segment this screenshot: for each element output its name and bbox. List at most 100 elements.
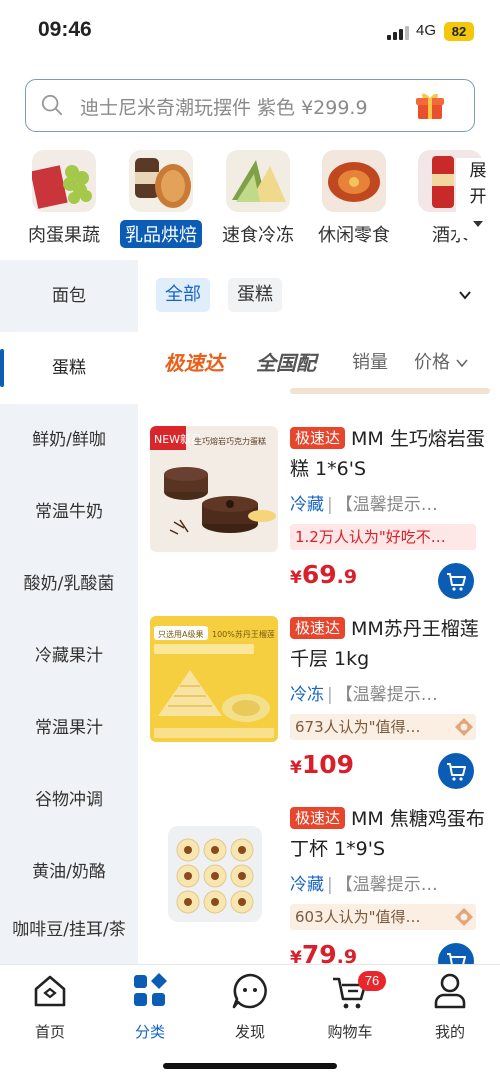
product-meta: 冷藏 | 【温馨提示… — [290, 490, 438, 515]
product-image — [150, 806, 278, 932]
sidebar-item[interactable]: 面包 — [0, 260, 138, 332]
tab-label: 购物车 — [327, 1023, 373, 1041]
expand-categories-button[interactable]: 展开 — [456, 158, 500, 238]
filter-chip-all[interactable]: 全部 — [156, 278, 210, 312]
add-to-cart-button[interactable] — [438, 563, 474, 599]
product-card[interactable]: 极速达 MM 焦糖鸡蛋布丁杯 1*9'S 冷藏 | 【温馨提示… 603人认为"值得…… — [138, 798, 500, 965]
sidebar-item[interactable]: 黄油/奶酪 — [0, 836, 138, 908]
review-text: 673人认为"值得… — [295, 718, 421, 736]
search-bar[interactable]: 迪士尼米奇潮玩摆件 紫色 ¥299.9 — [25, 79, 475, 132]
product-title: 极速达 MM 焦糖鸡蛋布丁杯 1*9'S — [290, 804, 490, 864]
sort-price-label: 价格 — [414, 352, 450, 373]
search-placeholder: 迪士尼米奇潮玩摆件 紫色 ¥299.9 — [80, 97, 368, 119]
image-caption: 100%苏丹王榴莲 — [212, 629, 275, 639]
review-text: 603人认为"值得… — [295, 908, 421, 926]
category-snacks[interactable]: 休闲零食 — [308, 150, 400, 248]
product-notice: 【温馨提示… — [335, 875, 438, 895]
signal-icon — [387, 26, 409, 40]
category-dairy-bakery[interactable]: 乳品烘焙 — [115, 150, 207, 248]
price-decimal: .9 — [336, 946, 358, 965]
product-panel: 全部 蛋糕 极速达 全国配 销量 价格 NEW新品 生巧熔岩巧克力蛋糕 极速达 … — [138, 260, 500, 965]
price-integer: 79 — [301, 940, 337, 965]
add-to-cart-button[interactable] — [438, 943, 474, 965]
category-thumb — [129, 150, 193, 212]
tab-label: 我的 — [434, 1023, 465, 1041]
filter-chip-cake[interactable]: 蛋糕 — [228, 278, 282, 312]
sidebar-item-active[interactable]: 蛋糕 — [0, 332, 138, 404]
tab-label: 分类 — [134, 1023, 165, 1041]
express-tag: 极速达 — [290, 617, 346, 639]
review-highlight: 603人认为"值得… — [290, 904, 476, 930]
sidebar-item[interactable]: 咖啡豆/挂耳/茶 — [0, 908, 138, 965]
review-highlight: 1.2万人认为"好吃不… — [290, 524, 476, 550]
sort-price[interactable]: 价格 — [414, 348, 468, 374]
category-label: 肉蛋果蔬 — [28, 225, 100, 246]
category-thumb — [322, 150, 386, 212]
rank-strip-fragment — [290, 388, 490, 394]
medal-icon — [455, 908, 473, 926]
review-highlight: 673人认为"值得… — [290, 714, 476, 740]
sidebar-item[interactable]: 谷物冲调 — [0, 764, 138, 836]
storage-type: 冷藏 — [290, 495, 324, 515]
sort-national[interactable]: 全国配 — [256, 347, 316, 376]
image-badge-text: 只选用A级果 — [158, 629, 203, 639]
caret-down-icon — [473, 221, 483, 227]
price-integer: 109 — [301, 750, 355, 779]
price-currency: ¥ — [290, 568, 302, 588]
product-price: ¥109 — [290, 750, 354, 779]
product-meta: 冷冻 | 【温馨提示… — [290, 680, 438, 705]
sort-express[interactable]: 极速达 — [164, 347, 224, 376]
product-card[interactable]: 只选用A级果 100%苏丹王榴莲 极速达 MM苏丹王榴莲千层 1kg 冷冻 | 【温馨… — [138, 608, 500, 798]
image-caption: 生巧熔岩巧克力蛋糕 — [194, 436, 266, 446]
tab-cart[interactable]: 76 购物车 — [300, 969, 400, 1042]
meta-separator: | — [327, 875, 333, 895]
network-label: 4G — [416, 22, 437, 39]
tab-category[interactable]: 分类 — [100, 969, 200, 1042]
tab-label: 首页 — [34, 1023, 65, 1041]
expand-label: 展开 — [469, 161, 487, 207]
product-price: ¥69.9 — [290, 560, 357, 589]
cart-icon — [447, 573, 466, 591]
sidebar-item[interactable]: 常温牛奶 — [0, 476, 138, 548]
sidebar-item[interactable]: 鲜奶/鲜咖 — [0, 404, 138, 476]
tab-home[interactable]: 首页 — [0, 969, 100, 1042]
user-icon — [434, 973, 466, 1009]
storage-type: 冷冻 — [290, 685, 324, 705]
cart-count-badge: 76 — [358, 971, 386, 991]
category-thumb — [226, 150, 290, 212]
add-to-cart-button[interactable] — [438, 753, 474, 789]
price-currency: ¥ — [290, 758, 302, 778]
chevron-down-icon — [456, 359, 468, 368]
tab-profile[interactable]: 我的 — [400, 969, 500, 1042]
chat-bubble-icon — [232, 973, 267, 1009]
search-icon — [41, 94, 63, 116]
sidebar-item[interactable]: 常温果汁 — [0, 692, 138, 764]
sidebar-item[interactable]: 酸奶/乳酸菌 — [0, 548, 138, 620]
home-indicator[interactable] — [163, 1063, 337, 1069]
product-meta: 冷藏 | 【温馨提示… — [290, 870, 438, 895]
price-currency: ¥ — [290, 948, 302, 965]
category-meat-veg[interactable]: 肉蛋果蔬 — [18, 150, 110, 248]
category-label: 乳品烘焙 — [120, 220, 202, 248]
tab-discover[interactable]: 发现 — [200, 969, 300, 1042]
category-label: 速食冷冻 — [222, 225, 294, 246]
category-label: 休闲零食 — [318, 225, 390, 246]
product-title: 极速达 MM苏丹王榴莲千层 1kg — [290, 614, 490, 674]
price-integer: 69 — [301, 560, 337, 589]
category-frozen-food[interactable]: 速食冷冻 — [212, 150, 304, 248]
sidebar-item[interactable]: 冷藏果汁 — [0, 620, 138, 692]
product-price: ¥79.9 — [290, 940, 357, 965]
express-tag: 极速达 — [290, 807, 346, 829]
subcategory-sidebar: 面包 蛋糕 鲜奶/鲜咖 常温牛奶 酸奶/乳酸菌 冷藏果汁 常温果汁 谷物冲调 黄… — [0, 260, 138, 965]
gift-icon[interactable] — [414, 89, 446, 121]
sort-sales[interactable]: 销量 — [352, 348, 388, 374]
product-card[interactable]: NEW新品 生巧熔岩巧克力蛋糕 极速达 MM 生巧熔岩蛋糕 1*6'S 冷藏 | 【温… — [138, 418, 500, 608]
chevron-down-icon[interactable] — [458, 288, 472, 302]
storage-type: 冷藏 — [290, 875, 324, 895]
product-notice: 【温馨提示… — [335, 495, 438, 515]
status-bar: 09:46 4G 82 — [0, 0, 500, 62]
status-time: 09:46 — [38, 18, 92, 41]
meta-separator: | — [327, 685, 333, 705]
product-notice: 【温馨提示… — [335, 685, 438, 705]
battery-icon: 82 — [444, 22, 474, 41]
